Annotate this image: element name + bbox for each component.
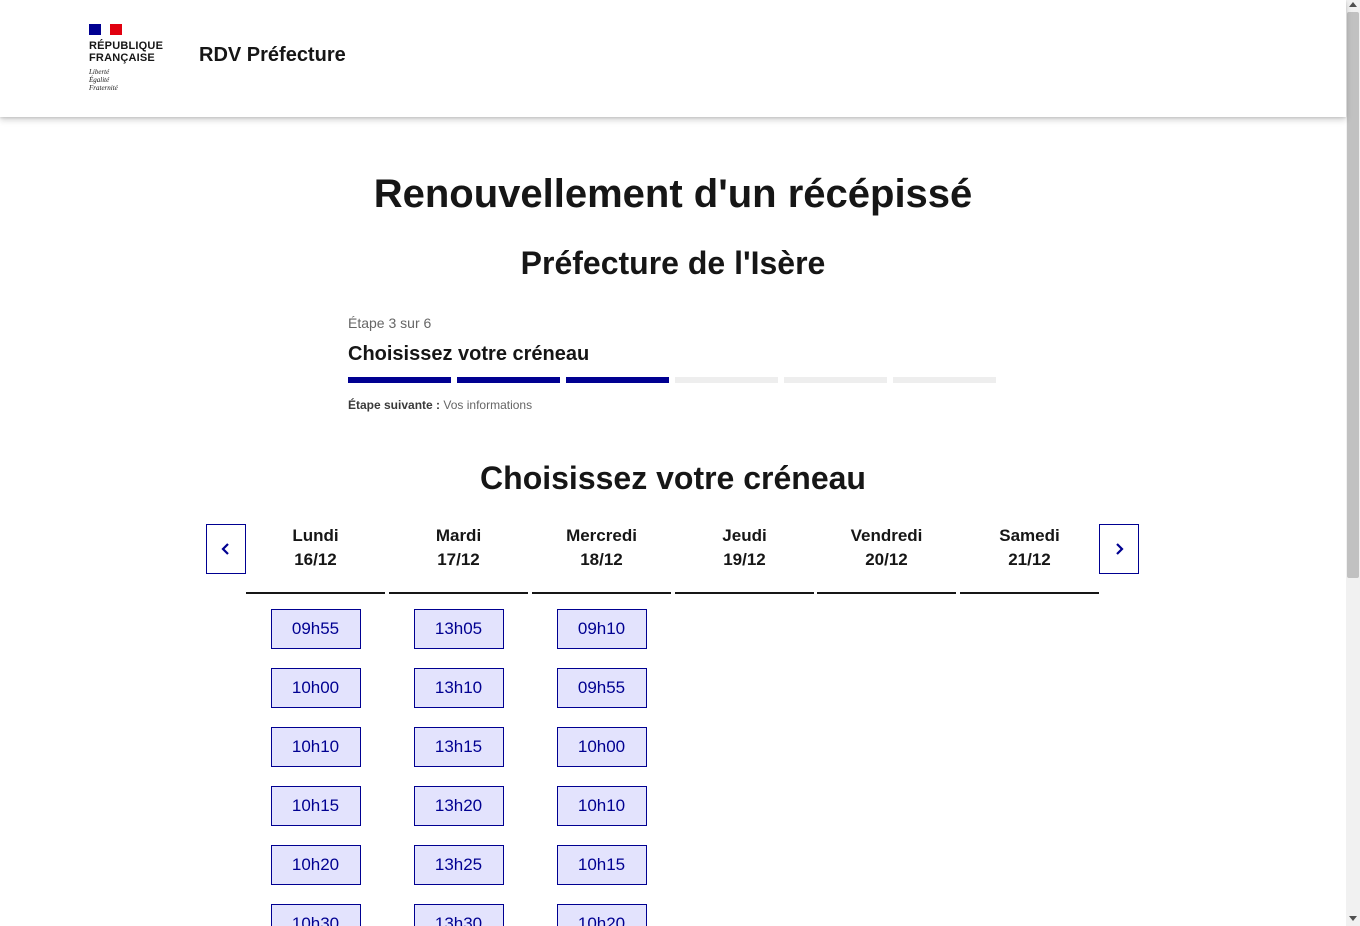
day-date: 18/12 — [580, 550, 623, 569]
time-slot-button[interactable]: 09h10 — [556, 609, 647, 649]
time-slot-button[interactable]: 10h00 — [270, 668, 361, 708]
time-slot-button[interactable]: 10h15 — [270, 786, 361, 826]
logo-motto: Liberté Égalité Fraternité — [89, 68, 118, 92]
chevron-left-icon — [221, 543, 229, 555]
page-subtitle: Préfecture de l'Isère — [520, 245, 826, 281]
site-header: RÉPUBLIQUE FRANÇAISE Liberté Égalité Fra… — [0, 0, 1346, 117]
service-title[interactable]: RDV Préfecture — [199, 44, 346, 67]
stepper-bar-segment — [675, 377, 778, 383]
french-flag-icon — [89, 24, 122, 35]
scrollbar-thumb[interactable] — [1347, 12, 1359, 578]
stepper-bar-segment — [893, 377, 996, 383]
time-slot-button[interactable]: 09h55 — [556, 668, 647, 708]
stepper-next-label: Étape suivante : — [348, 398, 441, 412]
logo-text: RÉPUBLIQUE FRANÇAISE — [89, 40, 164, 64]
page-title: Renouvellement d'un récépissé — [373, 172, 973, 216]
day-header: Vendredi 20/12 — [817, 524, 956, 594]
time-slot-button[interactable]: 13h05 — [413, 609, 504, 649]
slot-list: 13h05 13h10 13h15 13h20 13h25 13h30 — [389, 594, 528, 926]
time-slot-button[interactable]: 13h30 — [413, 904, 504, 926]
day-date: 16/12 — [294, 550, 337, 569]
day-column: Vendredi 20/12 — [817, 524, 956, 609]
stepper-bar-segment — [566, 377, 669, 383]
time-slot-button[interactable]: 10h30 — [270, 904, 361, 926]
time-slot-button[interactable]: 10h20 — [556, 904, 647, 926]
slot-list: 09h55 10h00 10h10 10h15 10h20 10h30 — [246, 594, 385, 926]
day-column: Samedi 21/12 — [960, 524, 1099, 609]
day-date: 21/12 — [1008, 550, 1051, 569]
day-header: Samedi 21/12 — [960, 524, 1099, 594]
day-column: Mercredi 18/12 09h10 09h55 10h00 10h10 10h15 10… — [532, 524, 671, 926]
slot-list — [817, 594, 956, 609]
time-slot-button[interactable]: 13h10 — [413, 668, 504, 708]
day-name: Vendredi — [850, 526, 923, 545]
day-date: 17/12 — [437, 550, 480, 569]
day-column: Mardi 17/12 13h05 13h10 13h15 13h20 13h25 13h30 — [389, 524, 528, 926]
next-days-button[interactable] — [1099, 524, 1139, 574]
stepper-next-step: Étape suivante : Vos informations — [348, 398, 998, 412]
day-column: Jeudi 19/12 — [675, 524, 814, 609]
day-name: Samedi — [999, 526, 1060, 545]
page: RÉPUBLIQUE FRANÇAISE Liberté Égalité Fra… — [0, 0, 1360, 926]
day-date: 19/12 — [723, 550, 766, 569]
day-name: Mardi — [435, 526, 482, 545]
calendar-title: Choisissez votre créneau — [480, 460, 866, 496]
time-slot-button[interactable]: 10h10 — [556, 786, 647, 826]
time-slot-button[interactable]: 13h25 — [413, 845, 504, 885]
stepper-bar-segment — [457, 377, 560, 383]
day-header: Mercredi 18/12 — [532, 524, 671, 594]
time-slot-button[interactable]: 10h15 — [556, 845, 647, 885]
stepper-progress — [348, 377, 998, 383]
stepper-state: Étape 3 sur 6 — [348, 315, 432, 331]
day-name: Lundi — [292, 526, 339, 545]
day-header: Lundi 16/12 — [246, 524, 385, 594]
time-slot-button[interactable]: 10h10 — [270, 727, 361, 767]
day-name: Jeudi — [722, 526, 767, 545]
stepper-bar-segment — [348, 377, 451, 383]
time-slot-button[interactable]: 10h20 — [270, 845, 361, 885]
time-slot-button[interactable]: 10h00 — [556, 727, 647, 767]
stepper: Étape 3 sur 6 Choisissez votre créneau É… — [348, 315, 998, 412]
day-date: 20/12 — [865, 550, 908, 569]
scroll-down-arrow-icon[interactable] — [1349, 916, 1357, 921]
time-slot-button[interactable]: 09h55 — [270, 609, 361, 649]
stepper-next-value: Vos informations — [443, 398, 533, 412]
time-slot-button[interactable]: 13h15 — [413, 727, 504, 767]
time-slot-button[interactable]: 13h20 — [413, 786, 504, 826]
stepper-bar-segment — [784, 377, 887, 383]
republique-francaise-logo[interactable]: RÉPUBLIQUE FRANÇAISE Liberté Égalité Fra… — [89, 24, 169, 96]
slot-list — [960, 594, 1099, 609]
slot-list: 09h10 09h55 10h00 10h10 10h15 10h20 — [532, 594, 671, 926]
scroll-up-arrow-icon[interactable] — [1349, 2, 1357, 7]
stepper-title: Choisissez votre créneau — [348, 343, 590, 365]
chevron-right-icon — [1116, 543, 1124, 555]
day-header: Mardi 17/12 — [389, 524, 528, 594]
day-header: Jeudi 19/12 — [675, 524, 814, 594]
day-column: Lundi 16/12 09h55 10h00 10h10 10h15 10h20 10h30 — [246, 524, 385, 926]
slot-list — [675, 594, 814, 609]
day-name: Mercredi — [566, 526, 637, 545]
previous-days-button[interactable] — [206, 524, 246, 574]
